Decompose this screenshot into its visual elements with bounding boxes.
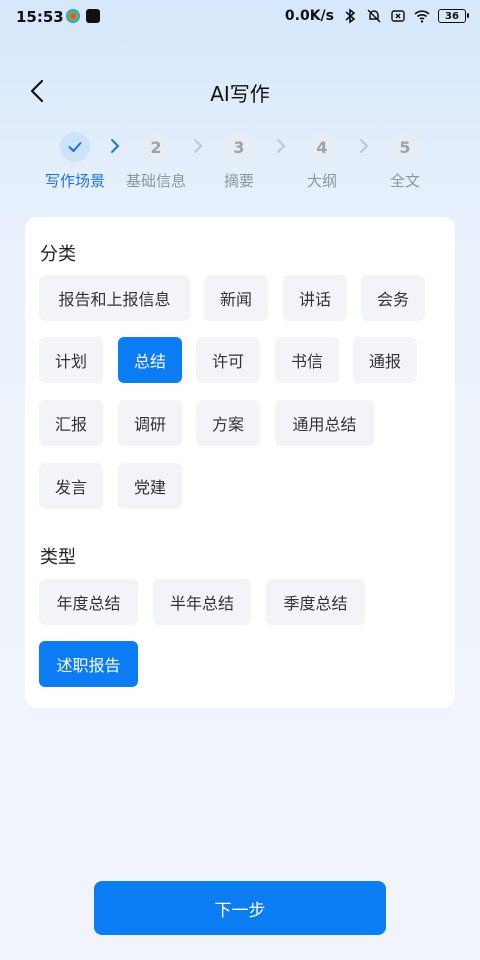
type-title: 类型 <box>40 547 76 568</box>
type-chip-half-year[interactable]: 半年总结 <box>153 579 251 625</box>
stepper: 写作场景 2 基础信息 3 摘要 4 大纲 5 全文 <box>0 132 480 192</box>
step-3-label: 摘要 <box>223 172 254 190</box>
step-1-label: 写作场景 <box>44 172 105 190</box>
step-4-circle: 4 <box>307 132 337 162</box>
type-chip-duty-report[interactable]: 述职报告 <box>39 641 138 687</box>
step-5: 5 全文 <box>360 132 450 191</box>
category-chip-research[interactable]: 调研 <box>118 400 182 446</box>
bluetooth-icon <box>345 8 356 24</box>
category-chip-briefing[interactable]: 汇报 <box>39 400 103 446</box>
step-1-circle <box>60 132 90 162</box>
type-chip-quarterly[interactable]: 季度总结 <box>266 579 365 625</box>
category-chip-speech[interactable]: 讲话 <box>283 275 347 321</box>
category-title: 分类 <box>40 244 76 265</box>
step-2-circle: 2 <box>141 132 171 162</box>
step-3: 3 摘要 <box>194 132 284 191</box>
net-speed: 0.0K/s <box>284 8 334 24</box>
check-icon <box>68 142 82 152</box>
status-right: 0.0K/s 36 <box>284 8 469 24</box>
category-chip-proposal[interactable]: 方案 <box>196 400 260 446</box>
wifi-icon <box>414 10 430 23</box>
mute-bell-icon <box>367 9 381 23</box>
step-5-circle: 5 <box>390 132 420 162</box>
category-chip-general-summary[interactable]: 通用总结 <box>275 400 374 446</box>
category-chip-report[interactable]: 报告和上报信息 <box>39 275 190 321</box>
step-5-label: 全文 <box>389 172 420 190</box>
step-1: 写作场景 <box>30 132 120 191</box>
category-chip-party-building[interactable]: 党建 <box>118 463 182 509</box>
step-2: 2 基础信息 <box>111 132 201 191</box>
step-4: 4 大纲 <box>277 132 367 191</box>
battery-icon: 36 <box>438 9 469 23</box>
step-3-circle: 3 <box>224 132 254 162</box>
app-notification-icon <box>66 9 80 23</box>
category-chip-permit[interactable]: 许可 <box>196 337 260 383</box>
step-2-label: 基础信息 <box>125 172 186 190</box>
page-title: AI写作 <box>210 82 270 106</box>
next-step-button[interactable]: 下一步 <box>94 881 386 935</box>
category-chip-statement[interactable]: 发言 <box>39 463 103 509</box>
status-time: 15:53 <box>16 8 64 26</box>
category-chip-plan[interactable]: 计划 <box>39 337 103 383</box>
category-chip-summary[interactable]: 总结 <box>118 337 182 383</box>
category-chip-news[interactable]: 新闻 <box>204 275 268 321</box>
step-4-label: 大纲 <box>306 172 337 190</box>
category-chip-meeting[interactable]: 会务 <box>361 275 425 321</box>
type-chip-annual[interactable]: 年度总结 <box>39 579 138 625</box>
status-bar: 15:53 0.0K/s 36 <box>0 0 480 36</box>
tiktok-icon <box>86 9 100 23</box>
category-chip-bulletin[interactable]: 通报 <box>353 337 417 383</box>
category-chip-letter[interactable]: 书信 <box>275 337 339 383</box>
no-sim-icon <box>391 10 405 22</box>
options-card: 分类 报告和上报信息 新闻 讲话 会务 计划 总结 许可 书信 通报 汇报 调研… <box>25 217 455 708</box>
